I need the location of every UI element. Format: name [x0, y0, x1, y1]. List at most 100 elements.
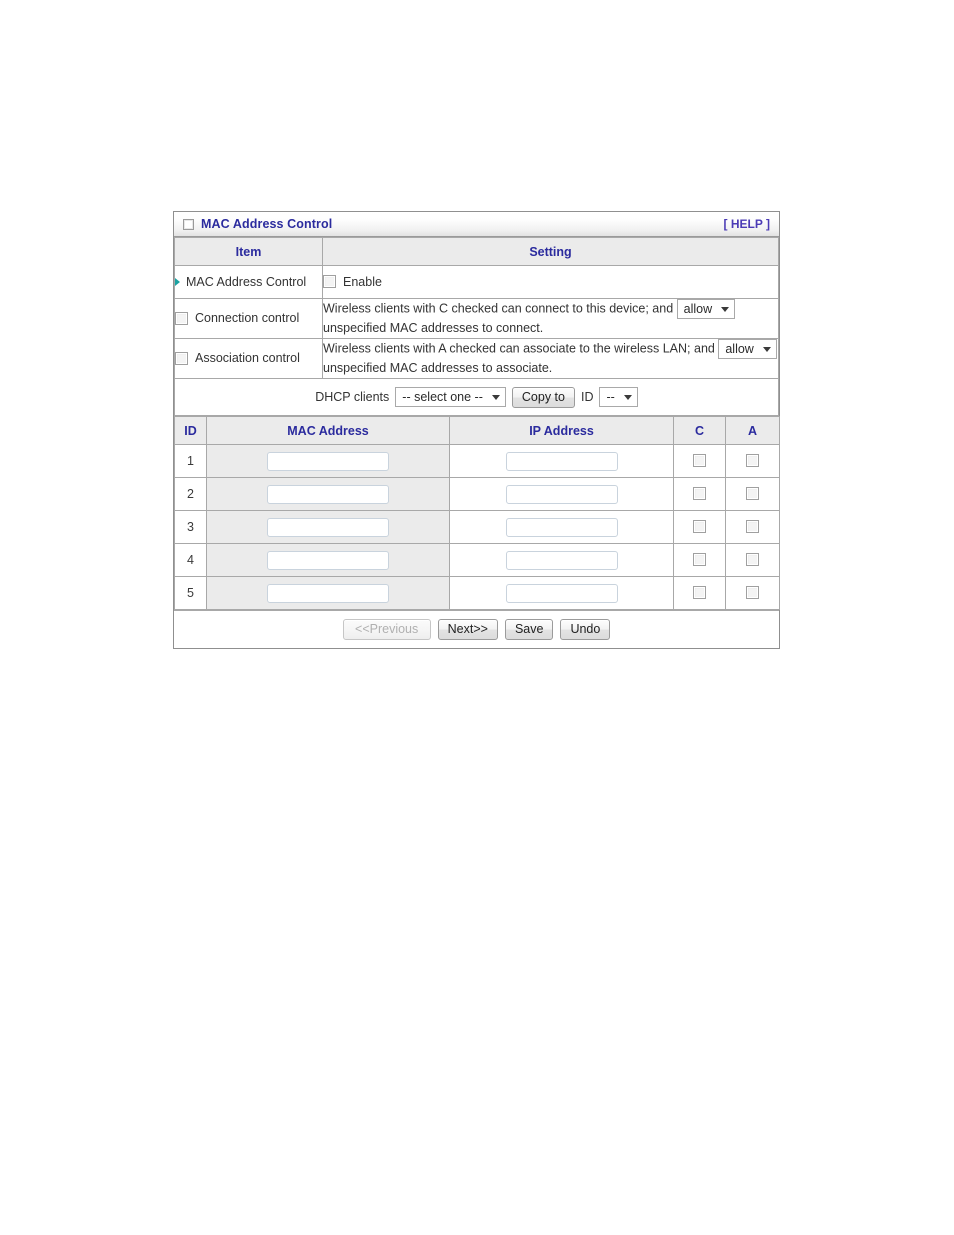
column-header-setting: Setting — [322, 237, 779, 266]
connection-checkbox[interactable] — [693, 553, 706, 567]
row-c-cell — [673, 576, 726, 610]
footer-button-bar: <<Previous Next>> Save Undo — [174, 610, 779, 648]
ip-address-input[interactable] — [505, 550, 618, 570]
association-checkbox[interactable] — [746, 520, 759, 534]
connection-control-policy-value: allow — [683, 302, 713, 316]
association-control-policy-select[interactable]: allow — [718, 339, 777, 359]
mac-entries-table: ID MAC Address IP Address C A 1 2 3 4 5 — [174, 416, 780, 610]
table-row: 3 — [174, 510, 780, 544]
association-checkbox[interactable] — [746, 553, 759, 567]
page-title: MAC Address Control — [201, 217, 333, 231]
dhcp-id-select-value: -- — [606, 390, 615, 404]
row-mac-cell — [206, 477, 450, 511]
table-row: 5 — [174, 576, 780, 610]
association-control-policy-value: allow — [725, 342, 754, 356]
row-ip-cell — [449, 444, 674, 478]
dhcp-id-label: ID — [580, 390, 594, 404]
column-header-mac-address: MAC Address — [206, 416, 450, 445]
panel-titlebar: MAC Address Control [ HELP ] — [174, 212, 779, 237]
mac-address-input[interactable] — [267, 583, 389, 603]
row-a-cell — [725, 576, 780, 610]
connection-checkbox[interactable] — [693, 520, 706, 534]
row-association-control: Association control Wireless clients wit… — [174, 338, 779, 379]
row-dhcp-clients: DHCP clients -- select one -- Copy to ID… — [174, 378, 779, 416]
next-button[interactable]: Next>> — [437, 619, 498, 640]
mac-address-input[interactable] — [267, 484, 389, 504]
save-button[interactable]: Save — [504, 619, 554, 640]
connection-control-checkbox[interactable] — [175, 311, 188, 325]
table-row: 1 — [174, 444, 780, 478]
connection-control-text-after: unspecified MAC addresses to connect. — [323, 321, 544, 335]
association-control-text-before: Wireless clients with A checked can asso… — [323, 341, 715, 356]
mac-address-control-enable-checkbox[interactable] — [323, 274, 336, 288]
ip-address-input[interactable] — [505, 451, 618, 471]
help-link[interactable]: [ HELP ] — [724, 217, 770, 231]
row-connection-control: Connection control Wireless clients with… — [174, 298, 779, 339]
mac-table-header-row: ID MAC Address IP Address C A — [174, 416, 780, 445]
row-ip-cell — [449, 477, 674, 511]
setting-mac-address-control: Enable — [322, 265, 779, 299]
mac-address-input[interactable] — [267, 550, 389, 570]
dhcp-clients-cell: DHCP clients -- select one -- Copy to ID… — [174, 378, 779, 416]
row-ip-cell — [449, 576, 674, 610]
row-a-cell — [725, 444, 780, 478]
connection-checkbox[interactable] — [693, 487, 706, 501]
mac-address-input[interactable] — [267, 451, 389, 471]
settings-header-row: Item Setting — [174, 237, 779, 266]
ip-address-input[interactable] — [505, 484, 618, 504]
row-id: 3 — [174, 510, 207, 544]
ip-address-input[interactable] — [505, 583, 618, 603]
row-id: 2 — [174, 477, 207, 511]
row-ip-cell — [449, 543, 674, 577]
dhcp-clients-select-value: -- select one -- — [402, 390, 483, 404]
label-text: Connection control — [195, 311, 300, 326]
row-a-cell — [725, 510, 780, 544]
setting-connection-control: Wireless clients with C checked can conn… — [322, 298, 779, 339]
undo-button[interactable]: Undo — [560, 619, 611, 640]
association-checkbox[interactable] — [746, 487, 759, 501]
chevron-down-icon — [623, 394, 632, 400]
row-mac-cell — [206, 576, 450, 610]
enable-label: Enable — [343, 274, 382, 289]
copy-to-button[interactable]: Copy to — [511, 386, 575, 408]
table-row: 2 — [174, 477, 780, 511]
mac-address-control-panel: MAC Address Control [ HELP ] Item Settin… — [173, 211, 780, 649]
row-label-association-control: Association control — [174, 338, 323, 379]
window-square-icon — [183, 218, 194, 230]
association-control-checkbox[interactable] — [175, 351, 188, 365]
dhcp-clients-label: DHCP clients — [315, 390, 390, 404]
row-c-cell — [673, 543, 726, 577]
connection-control-policy-select[interactable]: allow — [676, 299, 736, 319]
dhcp-id-select[interactable]: -- — [599, 387, 638, 407]
row-label-connection-control: Connection control — [174, 298, 323, 339]
label-text: Association control — [195, 351, 300, 366]
row-mac-cell — [206, 510, 450, 544]
row-c-cell — [673, 444, 726, 478]
column-header-id: ID — [174, 416, 207, 445]
ip-address-input[interactable] — [505, 517, 618, 537]
column-header-a: A — [725, 416, 780, 445]
row-mac-cell — [206, 444, 450, 478]
association-control-text-after: unspecified MAC addresses to associate. — [323, 361, 553, 375]
previous-button[interactable]: <<Previous — [342, 619, 431, 640]
row-id: 1 — [174, 444, 207, 478]
chevron-down-icon — [721, 306, 730, 312]
column-header-ip-address: IP Address — [449, 416, 674, 445]
label-text: MAC Address Control — [186, 275, 307, 289]
row-c-cell — [673, 510, 726, 544]
triangle-bullet-icon — [175, 277, 180, 286]
setting-association-control: Wireless clients with A checked can asso… — [322, 338, 779, 379]
row-id: 5 — [174, 576, 207, 610]
row-c-cell — [673, 477, 726, 511]
chevron-down-icon — [762, 346, 771, 352]
settings-table: Item Setting MAC Address Control Enable … — [174, 237, 779, 416]
table-row: 4 — [174, 543, 780, 577]
dhcp-clients-select[interactable]: -- select one -- — [395, 387, 506, 407]
association-checkbox[interactable] — [746, 586, 759, 600]
row-ip-cell — [449, 510, 674, 544]
mac-address-input[interactable] — [267, 517, 389, 537]
connection-checkbox[interactable] — [693, 454, 706, 468]
association-checkbox[interactable] — [746, 454, 759, 468]
connection-checkbox[interactable] — [693, 586, 706, 600]
chevron-down-icon — [491, 394, 500, 400]
